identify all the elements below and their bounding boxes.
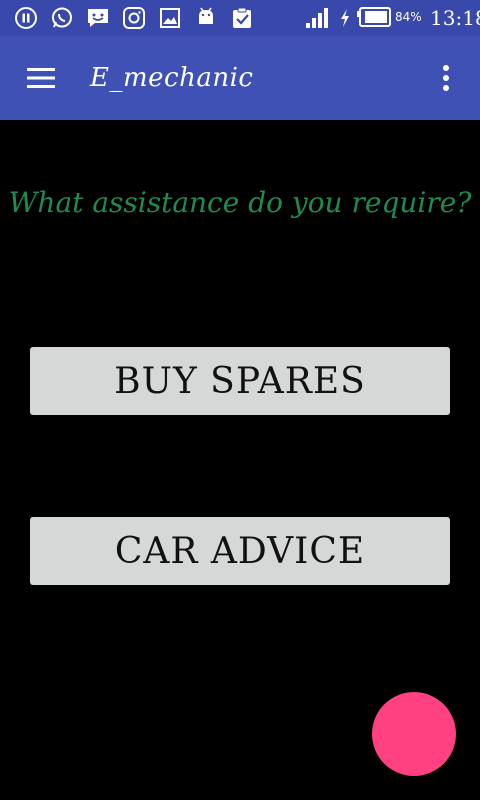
car-advice-button[interactable]: CAR ADVICE [30, 517, 450, 585]
buy-spares-button[interactable]: BUY SPARES [30, 347, 450, 415]
pause-icon [14, 6, 38, 30]
charging-icon [338, 6, 352, 30]
app-title: E_mechanic [90, 63, 254, 93]
clock: 13:18 [430, 6, 480, 30]
android-icon [194, 6, 218, 30]
status-bar: 84% 13:18 [0, 0, 480, 36]
battery-percent: 84% [395, 10, 422, 24]
gallery-icon [158, 6, 182, 30]
assistance-question: What assistance do you require? [8, 186, 472, 219]
messenger-icon [86, 6, 110, 30]
more-vertical-icon [443, 65, 449, 91]
app-bar: E_mechanic [0, 36, 480, 120]
menu-button[interactable] [14, 56, 70, 100]
floating-action-button[interactable] [372, 692, 456, 776]
hamburger-icon [27, 68, 55, 88]
battery-icon [356, 6, 392, 30]
clipboard-check-icon [230, 6, 254, 30]
signal-icon [304, 6, 330, 30]
whatsapp-icon [50, 6, 74, 30]
overflow-menu-button[interactable] [424, 56, 468, 100]
instagram-icon [122, 6, 146, 30]
